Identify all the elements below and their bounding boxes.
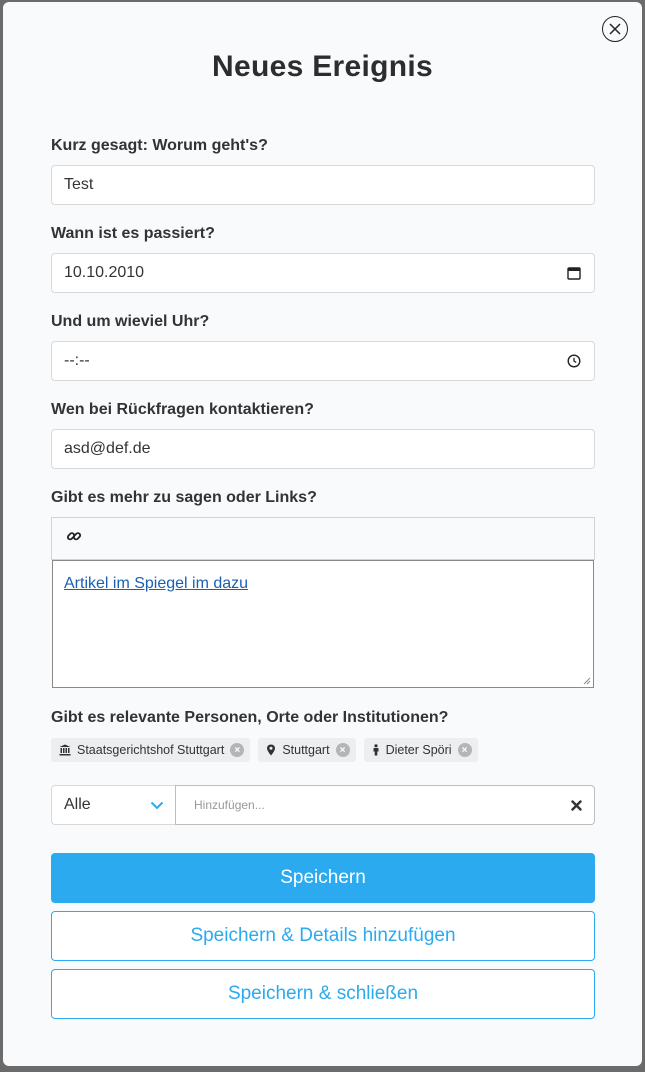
contact-value: asd@def.de [64,440,151,457]
tag-person: Dieter Spöri × [363,738,478,762]
time-input[interactable]: --:-- [51,341,595,381]
clear-icon[interactable] [571,799,582,811]
contact-label: Wen bei Rückfragen kontaktieren? [51,401,314,418]
tag-label: Dieter Spöri [385,743,452,757]
remove-tag-icon[interactable]: × [457,743,472,757]
contact-input[interactable]: asd@def.de [51,429,595,469]
tag-institution: Staatsgerichtshof Stuttgart × [51,738,251,762]
date-value: 10.10.2010 [64,264,145,281]
tag-label: Stuttgart [282,743,330,757]
link-icon[interactable] [66,528,82,549]
resize-grip-icon[interactable] [583,677,591,685]
date-input[interactable]: 10.10.2010 [51,253,595,293]
time-label: Und um wieviel Uhr? [51,313,210,330]
save-add-details-button[interactable]: Speichern & Details hinzufügen [51,911,595,961]
remove-tag-icon[interactable]: × [335,743,350,757]
entity-add-placeholder: Hinzufügen... [194,798,265,812]
summary-label: Kurz gesagt: Worum geht's? [51,137,268,154]
entity-add-input[interactable]: Hinzufügen... [175,785,595,825]
close-button[interactable] [602,16,628,42]
chevron-down-icon [150,801,164,809]
calendar-icon[interactable] [566,265,582,281]
location-pin-icon [267,744,276,756]
clock-icon[interactable] [566,353,582,369]
entities-label: Gibt es relevante Personen, Orte oder In… [51,709,449,726]
save-button[interactable]: Speichern [51,853,595,903]
summary-input[interactable]: Test [51,165,595,205]
close-icon [609,23,621,35]
time-value: --:-- [64,352,90,369]
summary-value: Test [64,176,94,193]
date-label: Wann ist es passiert? [51,225,215,242]
details-editor[interactable]: Artikel im Spiegel im dazu [52,560,594,688]
editor-toolbar [51,517,595,560]
details-label: Gibt es mehr zu sagen oder Links? [51,489,317,506]
tag-label: Staatsgerichtshof Stuttgart [77,743,225,757]
tag-location: Stuttgart × [258,738,356,762]
modal-title: Neues Ereignis [212,50,433,83]
save-close-button[interactable]: Speichern & schließen [51,969,595,1019]
remove-tag-icon[interactable]: × [230,743,245,757]
details-link[interactable]: Artikel im Spiegel im dazu [64,575,248,592]
entity-tags: Staatsgerichtshof Stuttgart × Stuttgart … [51,738,478,762]
person-icon [373,744,379,756]
entity-type-value: Alle [64,796,91,813]
new-event-modal: Neues Ereignis Kurz gesagt: Worum geht's… [3,2,642,1066]
institution-icon [59,744,71,756]
entity-type-select[interactable]: Alle [51,785,177,825]
